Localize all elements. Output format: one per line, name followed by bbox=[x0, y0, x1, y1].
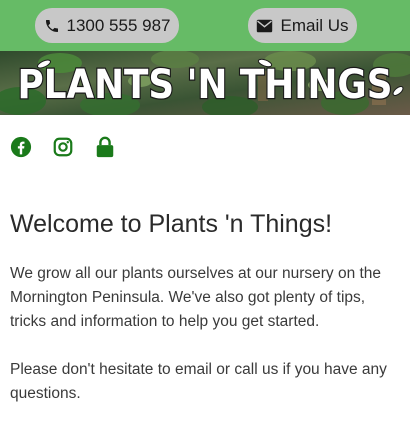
envelope-icon bbox=[257, 19, 273, 32]
social-links bbox=[10, 135, 136, 159]
lock-icon[interactable] bbox=[94, 136, 116, 158]
email-label: Email Us bbox=[280, 15, 349, 35]
facebook-icon[interactable] bbox=[10, 136, 32, 158]
banner-graphic: PLANTS 'N THINGS bbox=[0, 51, 410, 115]
contact-paragraph: Please don't hesitate to email or call u… bbox=[10, 361, 387, 402]
phone-icon bbox=[45, 19, 58, 32]
instagram-icon[interactable] bbox=[52, 136, 74, 158]
phone-number-label: 1300 555 987 bbox=[66, 15, 171, 35]
intro-paragraph: We grow all our plants ourselves at our … bbox=[10, 265, 382, 330]
logo-banner[interactable]: PLANTS 'N THINGS bbox=[0, 51, 410, 115]
page-title: Welcome to Plants 'n Things! bbox=[10, 210, 333, 238]
top-contact-bar: 1300 555 987 Email Us bbox=[0, 0, 410, 51]
logo-text: PLANTS 'N THINGS bbox=[18, 62, 393, 108]
call-button[interactable]: 1300 555 987 bbox=[35, 8, 179, 43]
email-button[interactable]: Email Us bbox=[248, 8, 357, 43]
